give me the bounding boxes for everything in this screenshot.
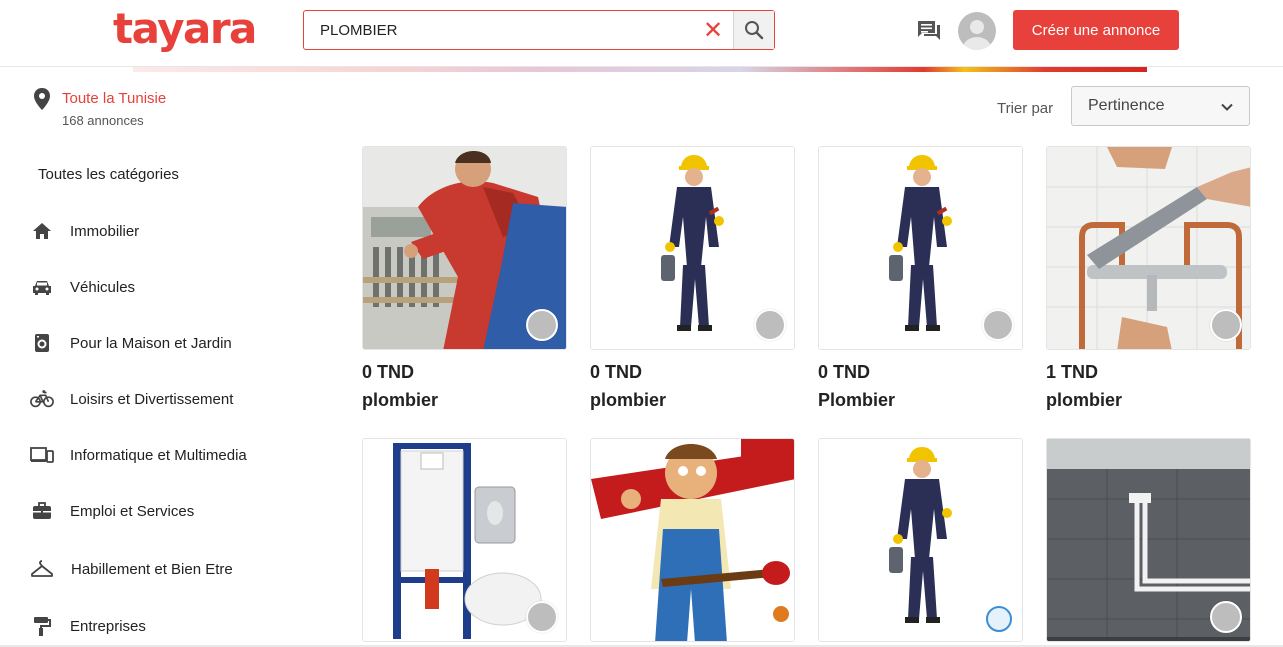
sidebar-item-label: Emploi et Services (70, 502, 195, 520)
listing-image[interactable] (362, 146, 567, 350)
location-pin-icon (34, 88, 50, 110)
tayara-logo[interactable]: tayara (113, 4, 257, 53)
sidebar-item-label: Entreprises (70, 617, 146, 635)
worker-in-overalls (819, 439, 1022, 641)
car-icon (30, 275, 54, 299)
listing-title[interactable]: plombier (590, 390, 666, 411)
user-silhouette-icon (963, 20, 991, 50)
listing-image[interactable] (818, 438, 1023, 642)
listing-image[interactable] (590, 146, 795, 350)
user-avatar[interactable] (958, 12, 996, 50)
bicycle-icon (30, 387, 54, 411)
listing-image[interactable] (1046, 438, 1251, 642)
home-icon (30, 219, 54, 243)
chat-icon[interactable] (916, 19, 942, 43)
sort-selected-value: Pertinence (1088, 97, 1165, 114)
sidebar-item-label: Habillement et Bien Etre (71, 560, 233, 578)
listing-image[interactable] (590, 438, 795, 642)
search-icon (745, 21, 764, 40)
listing-title[interactable]: plombier (1046, 390, 1122, 411)
listing-image[interactable] (818, 146, 1023, 350)
listing-image[interactable] (1046, 146, 1251, 350)
sidebar-item-vehicules[interactable]: Véhicules (30, 273, 135, 301)
listing-price: 0 TND (362, 362, 415, 382)
sidebar-item-label: Informatique et Multimedia (70, 446, 247, 464)
listing-title[interactable]: plombier (362, 390, 438, 411)
ad-count: 168 annonces (62, 113, 144, 128)
devices-icon (30, 443, 54, 467)
listing-image[interactable] (362, 438, 567, 642)
listing-price: 1 TND (1046, 362, 1099, 382)
location-selector[interactable]: Toute la Tunisie (62, 90, 166, 107)
paint-roller-icon (30, 614, 54, 638)
sidebar-item-informatique[interactable]: Informatique et Multimedia (30, 441, 247, 469)
listing-title[interactable]: Plombier (818, 390, 895, 411)
sidebar-item-label: Immobilier (70, 222, 140, 240)
sort-label: Trier par (997, 100, 1054, 117)
sidebar-item-entreprises[interactable]: Entreprises (30, 612, 146, 640)
create-ad-button[interactable]: Créer une annonce (1013, 10, 1179, 50)
sidebar-item-maison-jardin[interactable]: Pour la Maison et Jardin (30, 329, 232, 357)
search-button[interactable] (733, 11, 774, 49)
briefcase-icon (30, 499, 54, 523)
sidebar-item-label: Pour la Maison et Jardin (70, 334, 232, 352)
search-bar: ✕ (303, 10, 775, 50)
listing-price: 0 TND (818, 362, 871, 382)
sort-select[interactable]: Pertinence (1071, 86, 1250, 126)
sidebar-item-label: Véhicules (70, 278, 136, 296)
hanger-icon (30, 557, 54, 581)
seller-avatar (1210, 601, 1242, 633)
listing-price: 0 TND (590, 362, 643, 382)
top-header: tayara ✕ Créer une annonce (0, 0, 1283, 67)
all-categories-link[interactable]: Toutes les catégories (38, 166, 179, 183)
sidebar-item-label: Loisirs et Divertissement (70, 390, 234, 408)
search-input[interactable] (304, 11, 693, 49)
promo-banner[interactable] (133, 67, 1147, 72)
cartoon-plumber (591, 439, 794, 641)
seller-avatar (526, 601, 558, 633)
seller-avatar (754, 309, 786, 341)
sidebar-item-loisirs[interactable]: Loisirs et Divertissement (30, 385, 233, 413)
sidebar-item-emploi[interactable]: Emploi et Services (30, 497, 194, 525)
seller-avatar (1210, 309, 1242, 341)
washing-machine-icon (30, 331, 54, 355)
sidebar-item-habillement[interactable]: Habillement et Bien Etre (30, 555, 233, 583)
chevron-down-icon (1221, 103, 1233, 111)
seller-avatar (526, 309, 558, 341)
sidebar-item-immobilier[interactable]: Immobilier (30, 217, 139, 245)
clear-search-icon[interactable]: ✕ (693, 11, 733, 49)
seller-avatar (982, 309, 1014, 341)
